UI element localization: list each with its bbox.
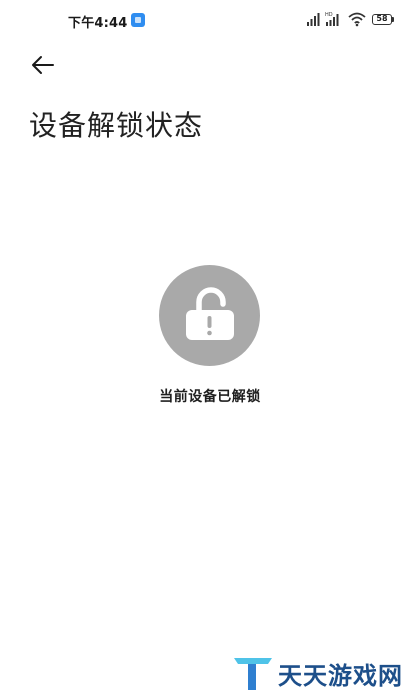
watermark-text: 天天游戏网 (278, 662, 403, 690)
status-time: 下午4:44 (68, 16, 128, 31)
page-title: 设备解锁状态 (29, 109, 204, 142)
battery-icon: 58 (372, 14, 392, 25)
watermark: 天天游戏网 (232, 654, 412, 692)
signal-icon (307, 13, 320, 26)
battery-tip (392, 17, 394, 22)
unlock-status-text: 当前设备已解锁 (159, 389, 261, 405)
back-button[interactable] (28, 50, 60, 80)
status-bar: 下午4:44 HD 58 (0, 0, 420, 40)
lock-status-circle (159, 265, 260, 366)
svg-text:HD: HD (325, 12, 333, 18)
notification-app-icon (131, 13, 145, 27)
hd-signal-icon: HD (325, 12, 339, 26)
back-arrow-icon (32, 56, 54, 74)
watermark-logo-icon (234, 658, 272, 690)
wifi-icon (348, 12, 366, 27)
unlocked-padlock-icon (186, 287, 234, 340)
